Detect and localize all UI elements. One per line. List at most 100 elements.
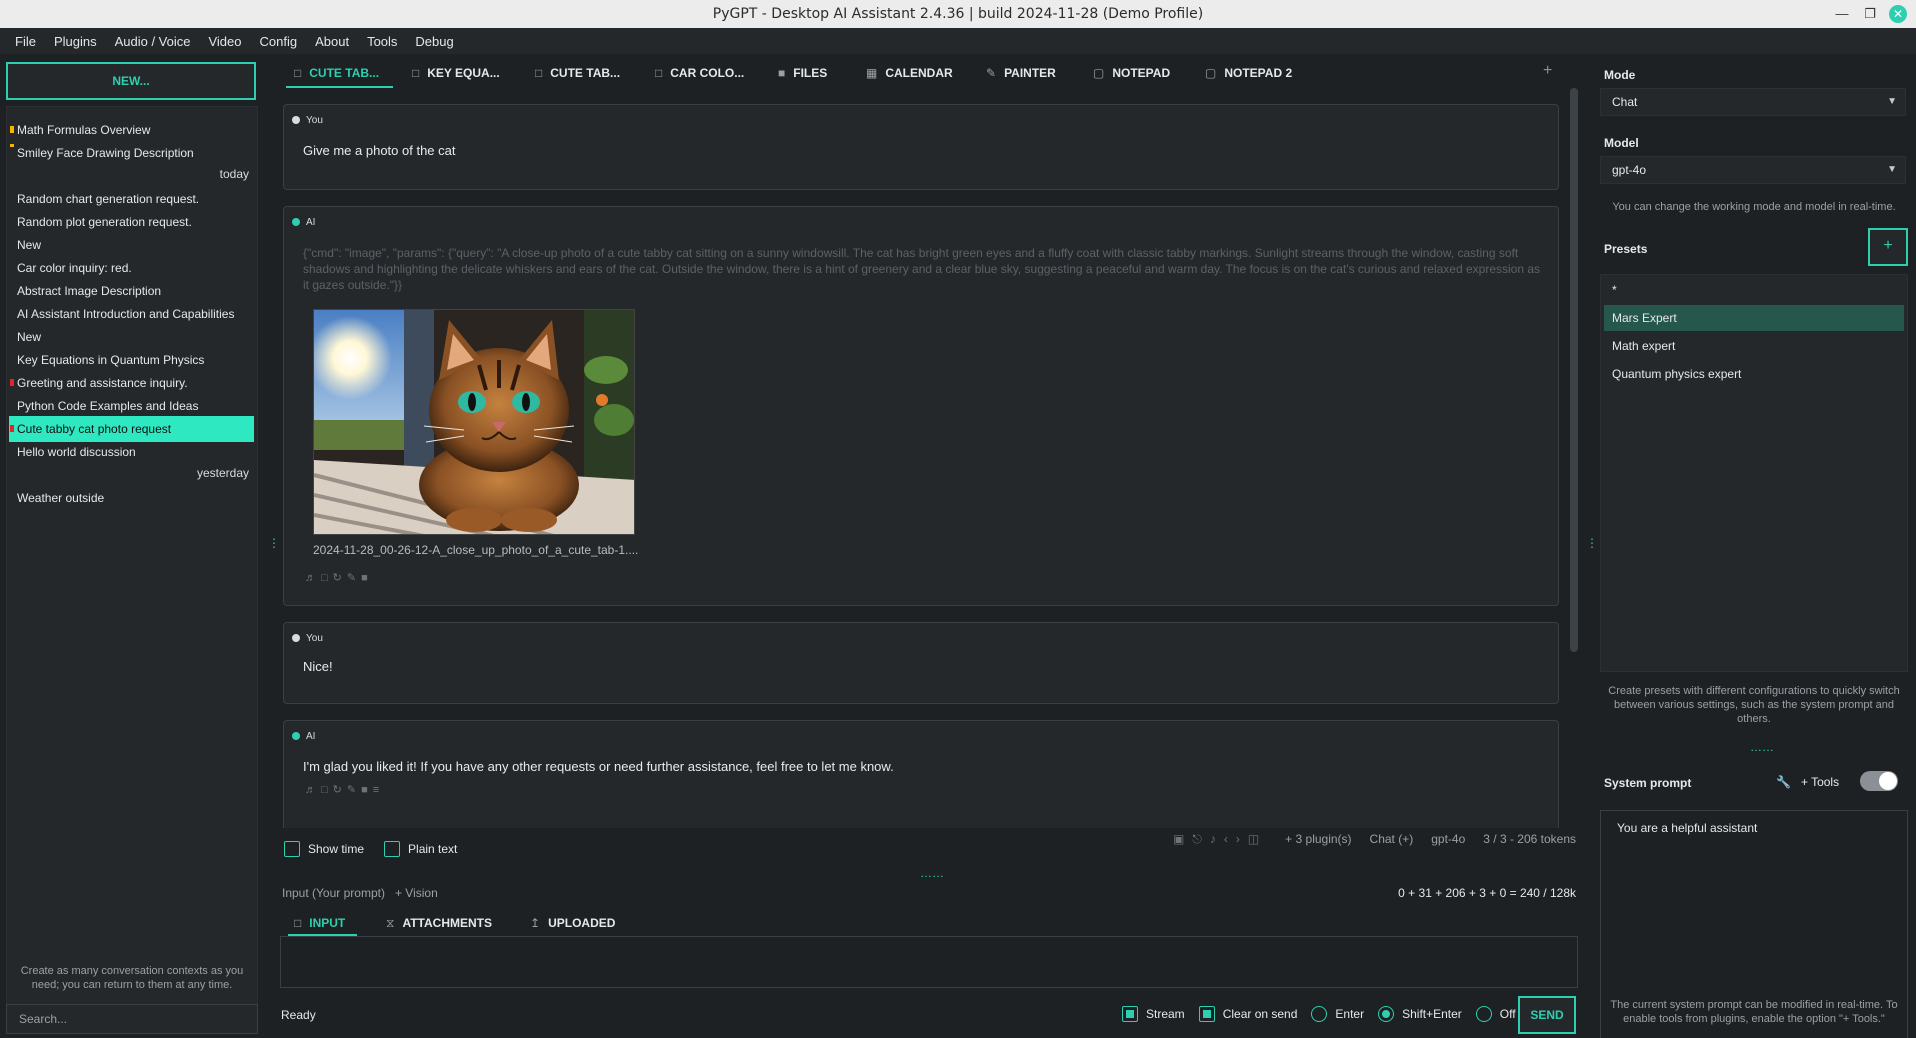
message-ai: AI I'm glad you liked it! If you have an… [283, 720, 1559, 828]
close-icon[interactable]: ✕ [1889, 5, 1907, 23]
shift-enter-label: Shift+Enter [1402, 1007, 1462, 1021]
preset-item[interactable]: Math expert [1604, 333, 1904, 359]
show-time-checkbox[interactable] [284, 841, 300, 857]
database-icon[interactable]: ◫ [1248, 832, 1267, 846]
copy-icon[interactable]: □ [321, 784, 333, 796]
tab-key-equations[interactable]: □ KEY EQUA... [412, 58, 500, 88]
command-json: {"cmd": "image", "params": {"query": "A … [303, 246, 1541, 292]
presets-hint: Create presets with different configurat… [1608, 685, 1900, 725]
message-actions: ♬□↻✎■ [305, 571, 373, 584]
tab-cute-tabby-2[interactable]: □ CUTE TAB... [535, 58, 620, 88]
speaker-icon[interactable]: ♬ [305, 572, 321, 584]
context-item[interactable]: Hello world discussion [9, 439, 254, 465]
mode-label: Mode [1604, 68, 1636, 82]
menu-audio-voice[interactable]: Audio / Voice [115, 34, 191, 49]
shift-enter-radio[interactable] [1378, 1006, 1395, 1022]
tab-notepad-2[interactable]: ▢ NOTEPAD 2 [1205, 58, 1292, 88]
stream-label: Stream [1146, 1007, 1185, 1021]
menu-about[interactable]: About [315, 34, 349, 49]
tab-cute-tabby-1[interactable]: □ CUTE TAB... [285, 58, 394, 88]
context-item[interactable]: Smiley Face Drawing Description [9, 140, 254, 166]
minimize-icon[interactable]: — [1832, 4, 1852, 24]
plain-text-checkbox[interactable] [384, 841, 401, 857]
chat-output[interactable]: You Give me a photo of the cat AI {"cmd"… [280, 94, 1570, 828]
output-status: ▣⎋♪‹›◫ + 3 plugin(s) Chat (+) gpt-4o 3 /… [1173, 832, 1576, 847]
tab-painter[interactable]: ✎ PAINTER [986, 58, 1056, 88]
generated-cat-image[interactable] [313, 309, 635, 535]
edit-icon[interactable]: ✎ [347, 784, 361, 796]
chat-icon: □ [535, 66, 543, 80]
wrench-icon: 🔧 [1776, 775, 1791, 789]
notepad-icon: ▢ [1205, 66, 1217, 80]
menu-tools[interactable]: Tools [367, 34, 397, 49]
presets-list[interactable]: * Mars Expert Math expert Quantum physic… [1600, 274, 1908, 672]
regenerate-icon[interactable]: ↻ [333, 784, 347, 796]
add-preset-button[interactable]: + [1868, 228, 1908, 266]
code-icon[interactable]: ‹› [1224, 832, 1248, 846]
regenerate-icon[interactable]: ↻ [333, 572, 347, 584]
delete-icon[interactable]: ■ [361, 784, 373, 796]
edit-icon[interactable]: ✎ [347, 572, 361, 584]
menu-debug[interactable]: Debug [415, 34, 453, 49]
tab-uploaded[interactable]: ↥ UPLOADED [530, 910, 615, 936]
menu-config[interactable]: Config [260, 34, 298, 49]
calendar-icon: ▦ [866, 66, 878, 80]
menu-plugins[interactable]: Plugins [54, 34, 97, 49]
notepad-icon: ▢ [1093, 66, 1105, 80]
prompt-input[interactable] [280, 936, 1578, 988]
left-splitter-handle[interactable]: ⋮ [268, 537, 280, 549]
tab-attachments[interactable]: ⧖ ATTACHMENTS [386, 910, 492, 936]
send-button[interactable]: SEND [1518, 996, 1576, 1034]
tab-calendar[interactable]: ▦ CALENDAR [866, 58, 953, 88]
folder-icon: ■ [778, 66, 786, 80]
tab-notepad[interactable]: ▢ NOTEPAD [1093, 58, 1170, 88]
enter-radio[interactable] [1311, 1006, 1328, 1022]
copy-icon[interactable]: □ [321, 572, 333, 584]
token-counter: 0 + 31 + 206 + 3 + 0 = 240 / 128k [1398, 886, 1576, 900]
plain-text-label: Plain text [408, 842, 458, 856]
paperclip-icon: ⧖ [386, 916, 395, 930]
preset-item[interactable]: Quantum physics expert [1604, 361, 1904, 387]
tab-car-color[interactable]: □ CAR COLO... [655, 58, 744, 88]
off-radio[interactable] [1475, 1006, 1492, 1022]
message-text: Give me a photo of the cat [303, 143, 456, 158]
mic-off-icon[interactable]: ⎋ [1192, 832, 1210, 846]
upload-icon: ↥ [530, 916, 541, 930]
chat-icon: □ [294, 66, 302, 80]
tools-toggle[interactable] [1860, 771, 1898, 791]
clear-on-send-checkbox[interactable] [1198, 1006, 1215, 1022]
audio-off-icon[interactable]: ♪ [1210, 832, 1224, 846]
image-filename[interactable]: 2024-11-28_00-26-12-A_close_up_photo_of_… [313, 543, 638, 557]
delete-icon[interactable]: ■ [361, 572, 373, 584]
tab-files[interactable]: ■ FILES [778, 58, 827, 88]
message-text: Nice! [303, 659, 333, 674]
add-tab-button[interactable]: + [1543, 62, 1552, 80]
menu-video[interactable]: Video [208, 34, 241, 49]
preset-item[interactable]: * [1604, 277, 1904, 303]
message-actions: ♬□↻✎■≡ [305, 783, 384, 796]
preset-item-selected[interactable]: Mars Expert [1604, 305, 1904, 331]
context-list[interactable]: Math Formulas Overview Smiley Face Drawi… [6, 106, 258, 1010]
splitter-handle[interactable]: …… [1750, 741, 1774, 753]
context-item[interactable]: Weather outside [9, 485, 254, 511]
new-context-button[interactable]: NEW... [6, 62, 256, 100]
message-text: I'm glad you liked it! If you have any o… [303, 759, 894, 774]
context-tokens: 3 / 3 - 206 tokens [1483, 832, 1576, 846]
splitter-handle[interactable]: …… [920, 867, 944, 879]
clear-on-send-label: Clear on send [1222, 1007, 1298, 1021]
camera-off-icon[interactable]: ▣ [1173, 832, 1192, 846]
tab-input[interactable]: □ INPUT [287, 910, 358, 936]
output-tabs: □ CUTE TAB... □ KEY EQUA... □ CUTE TAB... □… [270, 58, 1570, 88]
join-icon[interactable]: ≡ [373, 784, 384, 796]
mode-select[interactable]: Chat ▼ [1600, 88, 1906, 116]
speaker-icon[interactable]: ♬ [305, 784, 321, 796]
mode-status: Chat (+) [1369, 832, 1414, 846]
model-status: gpt-4o [1431, 832, 1466, 846]
maximize-icon[interactable]: ❐ [1860, 4, 1880, 24]
menu-file[interactable]: File [15, 34, 36, 49]
model-select[interactable]: gpt-4o ▼ [1600, 156, 1906, 184]
search-input[interactable]: Search... [6, 1004, 258, 1034]
stream-checkbox[interactable] [1122, 1006, 1138, 1022]
chat-scrollbar[interactable] [1570, 88, 1578, 652]
message-user: You Give me a photo of the cat [283, 104, 1559, 190]
